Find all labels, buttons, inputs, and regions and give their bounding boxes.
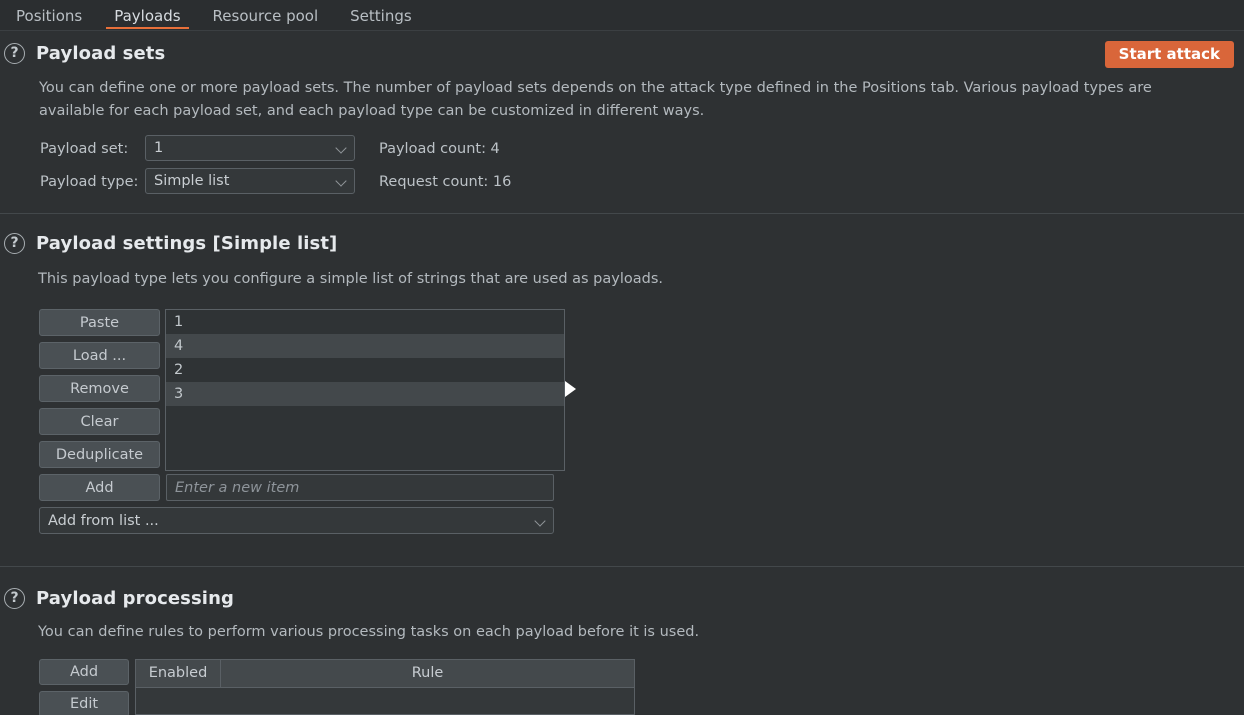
payload-list[interactable]: 1 4 2 3: [165, 309, 565, 471]
section-divider-2: [0, 566, 1244, 567]
list-item[interactable]: 4: [166, 334, 564, 358]
tab-settings-label: Settings: [350, 7, 412, 25]
deduplicate-button[interactable]: Deduplicate: [39, 441, 160, 468]
table-body: [136, 688, 634, 714]
payload-settings-description: This payload type lets you configure a s…: [38, 271, 664, 287]
payload-processing-header: ? Payload processing: [4, 588, 234, 609]
payload-sets-description: You can define one or more payload sets.…: [39, 80, 1152, 119]
add-item-button[interactable]: Add: [39, 474, 160, 501]
add-from-list-dropdown[interactable]: Add from list ...: [39, 507, 554, 534]
payload-type-dropdown[interactable]: Simple list: [145, 168, 355, 194]
clear-button[interactable]: Clear: [39, 408, 160, 435]
mouse-cursor: [565, 381, 576, 397]
request-count-text: Request count: 16: [379, 174, 512, 190]
section-divider-1: [0, 213, 1244, 214]
column-header-enabled[interactable]: Enabled: [136, 660, 221, 687]
tab-settings[interactable]: Settings: [334, 0, 428, 31]
payload-processing-table: Enabled Rule: [135, 659, 635, 715]
burp-intruder-payloads-panel: Positions Payloads Resource pool Setting…: [0, 0, 1244, 715]
payload-set-value: 1: [154, 140, 164, 156]
new-item-placeholder: Enter a new item: [175, 479, 300, 496]
tab-resource-pool[interactable]: Resource pool: [197, 0, 335, 31]
help-icon-payload-processing[interactable]: ?: [4, 588, 25, 609]
tab-positions-label: Positions: [16, 7, 83, 25]
payload-sets-header: ? Payload sets: [4, 43, 165, 64]
remove-button[interactable]: Remove: [39, 375, 160, 402]
chevron-down-icon: [336, 142, 348, 154]
list-item[interactable]: 3: [166, 382, 564, 406]
paste-button[interactable]: Paste: [39, 309, 160, 336]
tab-payloads-label: Payloads: [114, 7, 181, 25]
help-icon-payload-sets[interactable]: ?: [4, 43, 25, 64]
table-header-row: Enabled Rule: [136, 660, 634, 688]
tab-positions[interactable]: Positions: [0, 0, 98, 31]
payload-processing-description: You can define rules to perform various …: [38, 624, 700, 640]
list-item[interactable]: 2: [166, 358, 564, 382]
tab-payloads[interactable]: Payloads: [98, 0, 196, 31]
payload-settings-header: ? Payload settings [Simple list]: [4, 233, 337, 254]
payload-set-label: Payload set:: [40, 141, 129, 157]
add-rule-button[interactable]: Add: [39, 659, 129, 685]
start-attack-button[interactable]: Start attack: [1104, 41, 1234, 68]
payload-type-value: Simple list: [154, 173, 230, 189]
help-icon-payload-settings[interactable]: ?: [4, 233, 25, 254]
column-header-rule[interactable]: Rule: [221, 660, 634, 687]
payload-set-dropdown[interactable]: 1: [145, 135, 355, 161]
payload-settings-title: Payload settings [Simple list]: [36, 233, 338, 254]
tab-resource-pool-label: Resource pool: [212, 7, 319, 25]
chevron-down-icon: [336, 175, 348, 187]
tab-bar-underline: [0, 30, 1244, 31]
list-item[interactable]: 1: [166, 310, 564, 334]
payload-processing-title: Payload processing: [36, 588, 234, 609]
add-from-list-value: Add from list ...: [48, 512, 159, 529]
payload-sets-title: Payload sets: [36, 43, 166, 64]
edit-rule-button[interactable]: Edit: [39, 691, 129, 715]
tab-bar: Positions Payloads Resource pool Setting…: [0, 0, 1244, 31]
payload-type-label: Payload type:: [40, 174, 139, 190]
load-button[interactable]: Load ...: [39, 342, 160, 369]
payload-count-text: Payload count: 4: [379, 141, 500, 157]
new-item-input[interactable]: Enter a new item: [166, 474, 554, 501]
chevron-down-icon: [535, 515, 547, 527]
